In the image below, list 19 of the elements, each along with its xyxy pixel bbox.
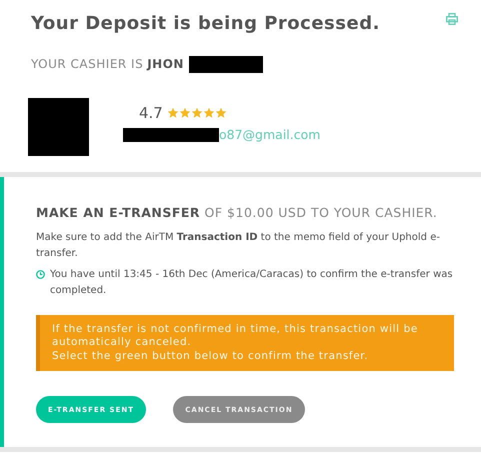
cashier-email: o87@gmail.com [219,126,320,144]
card-heading: MAKE AN E-TRANSFER [36,205,200,220]
rating-value: 4.7 [139,103,163,124]
print-icon[interactable] [446,13,458,25]
star-icon [214,107,227,120]
redacted-avatar [28,98,89,156]
star-icon [166,107,179,120]
page-title: Your Deposit is being Processed. [31,12,380,36]
star-icon [190,107,203,120]
warning-text: If the transfer is not confirmed in time, this transaction will be automatically canceled. [52,322,419,350]
card-heading-amount: OF $10.00 USD TO YOUR CASHIER. [204,205,438,220]
star-icon [178,107,191,120]
memo-note: Make sure to add the AirTM Transaction ID to the memo field of your Uphold e-transfer. [36,230,441,261]
warning-text: Select the green button below to confirm the transfer. [52,350,370,364]
deadline-note: You have until 13:45 - 16th Dec (America/Caracas) to confirm the e-transfer was completed. [50,268,454,298]
cashier-label: YOUR CASHIER IS [31,56,144,73]
star-icon [202,107,215,120]
cashier-name: JHON [147,56,184,73]
clock-icon [36,270,45,279]
